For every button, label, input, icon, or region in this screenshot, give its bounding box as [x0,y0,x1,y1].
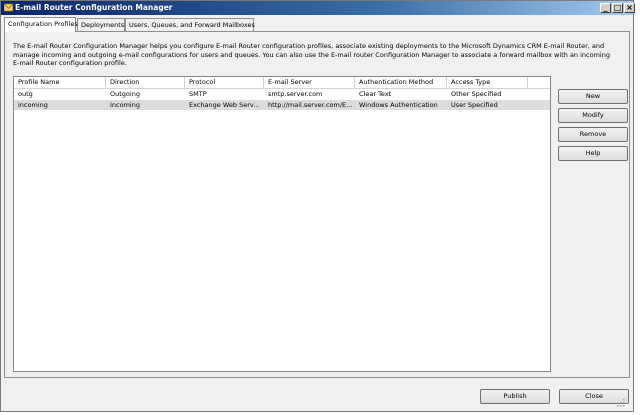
help-button[interactable]: Help [558,146,628,161]
cell-profile-name: outg [18,90,33,98]
description-text: The E-mail Router Configuration Manager … [13,42,610,67]
app-icon [4,3,13,12]
column-email-server[interactable]: E-mail Server [264,77,355,88]
cell-direction: Outgoing [110,90,140,98]
remove-button[interactable]: Remove [558,127,628,142]
main-window: E-mail Router Configuration Manager _ □ … [0,0,635,412]
cell-email-server: http://mail.server.com/E... [268,101,353,109]
cell-direction: Incoming [110,101,140,109]
tab-deployments[interactable]: Deployments [77,18,125,31]
cell-protocol: SMTP [189,90,207,98]
table-row[interactable]: outg Outgoing SMTP smtp.server.com Clear… [14,89,550,99]
cell-profile-name: incoming [18,101,48,109]
window-title: E-mail Router Configuration Manager [15,3,173,12]
cell-email-server: smtp.server.com [268,90,323,98]
cell-protocol: Exchange Web Serv... [189,101,260,109]
table-row[interactable]: incoming Incoming Exchange Web Serv... h… [14,100,550,110]
cell-authentication-method: Windows Authentication [359,101,438,109]
column-profile-name[interactable]: Profile Name [14,77,106,88]
title-bar[interactable]: E-mail Router Configuration Manager _ □ … [1,1,635,15]
column-access-type[interactable]: Access Type [447,77,528,88]
column-authentication-method[interactable]: Authentication Method [355,77,447,88]
column-protocol[interactable]: Protocol [185,77,264,88]
profiles-list[interactable]: Profile Name Direction Protocol E-mail S… [13,76,551,372]
modify-button[interactable]: Modify [558,108,628,123]
configuration-profiles-panel: The E-mail Router Configuration Manager … [4,31,630,378]
tab-users-queues-mailboxes[interactable]: Users, Queues, and Forward Mailboxes [125,18,255,31]
resize-grip-icon[interactable] [617,399,625,407]
cell-access-type: Other Specified [451,90,502,98]
column-direction[interactable]: Direction [106,77,185,88]
tab-configuration-profiles[interactable]: Configuration Profiles [4,17,78,32]
minimize-button[interactable]: _ [600,3,611,13]
publish-button[interactable]: Publish [480,389,550,404]
close-window-button[interactable]: × [624,3,635,13]
cell-authentication-method: Clear Text [359,90,392,98]
new-button[interactable]: New [558,89,628,104]
cell-access-type: User Specified [451,101,498,109]
maximize-button[interactable]: □ [612,3,623,13]
list-header: Profile Name Direction Protocol E-mail S… [14,77,550,89]
